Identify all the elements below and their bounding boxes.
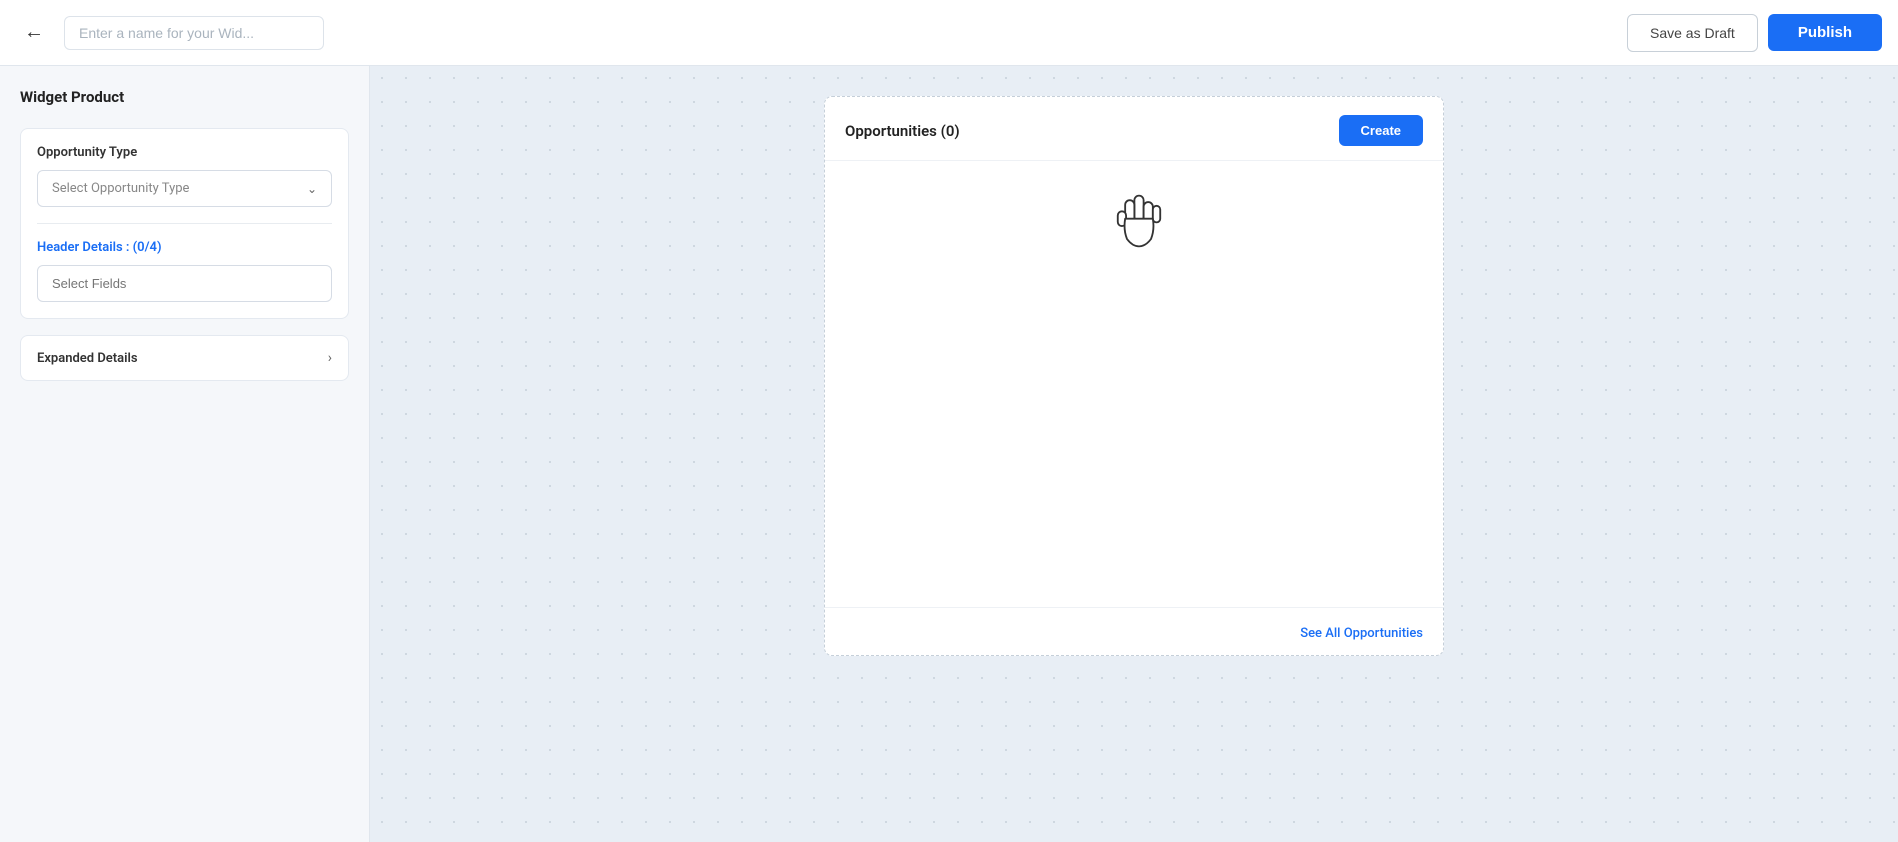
select-fields-input[interactable] (37, 265, 332, 302)
save-draft-button[interactable]: Save as Draft (1627, 14, 1758, 52)
widget-card: Opportunities (0) Create (824, 96, 1444, 656)
widget-name-input[interactable] (64, 16, 324, 50)
chevron-right-icon: › (328, 350, 332, 366)
expanded-details-label: Expanded Details (37, 351, 138, 366)
sidebar: Widget Product Opportunity Type Select O… (0, 66, 370, 842)
widget-body (825, 161, 1443, 607)
form-section: Opportunity Type Select Opportunity Type… (20, 128, 349, 319)
main-layout: Widget Product Opportunity Type Select O… (0, 66, 1898, 842)
widget-title: Opportunities (0) (845, 122, 960, 140)
widget-footer: See All Opportunities (825, 607, 1443, 655)
create-button[interactable]: Create (1339, 115, 1423, 146)
opportunity-type-placeholder: Select Opportunity Type (52, 181, 189, 196)
content-area: Opportunities (0) Create (370, 66, 1898, 842)
back-button[interactable]: ← (16, 15, 52, 51)
opportunity-type-select[interactable]: Select Opportunity Type ⌄ (37, 170, 332, 207)
publish-button[interactable]: Publish (1768, 14, 1882, 51)
form-divider (37, 223, 332, 224)
opportunity-type-label: Opportunity Type (37, 145, 332, 160)
cursor-hand-icon (1114, 191, 1164, 251)
see-all-link[interactable]: See All Opportunities (1300, 626, 1423, 641)
header-details-label: Header Details : (0/4) (37, 240, 332, 255)
sidebar-title: Widget Product (20, 88, 349, 106)
widget-header: Opportunities (0) Create (825, 97, 1443, 161)
expanded-details-row[interactable]: Expanded Details › (20, 335, 349, 381)
topbar-actions: Save as Draft Publish (1627, 14, 1882, 52)
topbar: ← Save as Draft Publish (0, 0, 1898, 66)
chevron-down-icon: ⌄ (307, 182, 317, 196)
